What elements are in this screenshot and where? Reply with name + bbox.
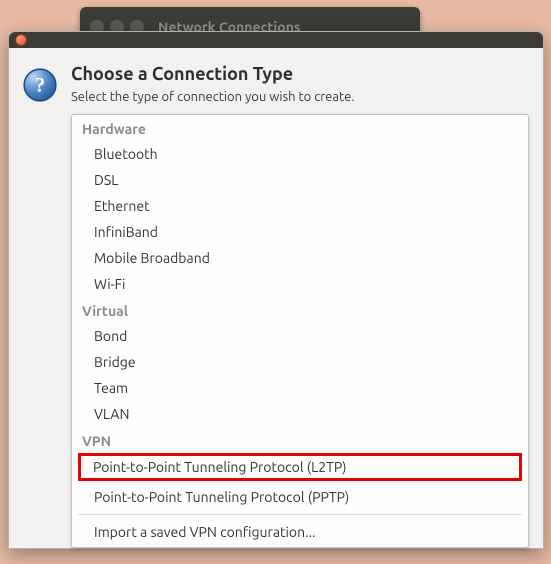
svg-text:?: ? bbox=[35, 75, 45, 97]
connection-type-dialog: ? Choose a Connection Type Select the ty… bbox=[8, 31, 544, 549]
dialog-titlebar bbox=[9, 32, 543, 48]
help-icon: ? bbox=[21, 66, 59, 104]
list-item-dsl[interactable]: DSL bbox=[72, 167, 528, 193]
list-item-vpn-pptp[interactable]: Point-to-Point Tunneling Protocol (PPTP) bbox=[72, 484, 528, 510]
list-item-bluetooth[interactable]: Bluetooth bbox=[72, 141, 528, 167]
list-item-vpn-l2tp[interactable]: Point-to-Point Tunneling Protocol (L2TP) bbox=[78, 453, 522, 481]
close-icon[interactable] bbox=[15, 34, 27, 46]
list-item-vlan[interactable]: VLAN bbox=[72, 401, 528, 427]
list-item-ethernet[interactable]: Ethernet bbox=[72, 193, 528, 219]
list-item-wifi[interactable]: Wi-Fi bbox=[72, 271, 528, 297]
list-item-bond[interactable]: Bond bbox=[72, 323, 528, 349]
connection-type-list[interactable]: Hardware Bluetooth DSL Ethernet InfiniBa… bbox=[71, 114, 529, 548]
group-vpn: VPN bbox=[72, 427, 528, 453]
separator bbox=[78, 514, 522, 515]
dialog-subtext: Select the type of connection you wish t… bbox=[71, 90, 529, 104]
list-item-bridge[interactable]: Bridge bbox=[72, 349, 528, 375]
dialog-heading: Choose a Connection Type bbox=[71, 64, 529, 84]
dialog-main: Choose a Connection Type Select the type… bbox=[71, 64, 529, 548]
group-hardware: Hardware bbox=[72, 115, 528, 141]
dialog-content: ? Choose a Connection Type Select the ty… bbox=[9, 48, 543, 548]
list-item-infiniband[interactable]: InfiniBand bbox=[72, 219, 528, 245]
list-item-team[interactable]: Team bbox=[72, 375, 528, 401]
list-item-mobile-broadband[interactable]: Mobile Broadband bbox=[72, 245, 528, 271]
list-item-vpn-import[interactable]: Import a saved VPN configuration... bbox=[72, 519, 528, 545]
group-virtual: Virtual bbox=[72, 297, 528, 323]
